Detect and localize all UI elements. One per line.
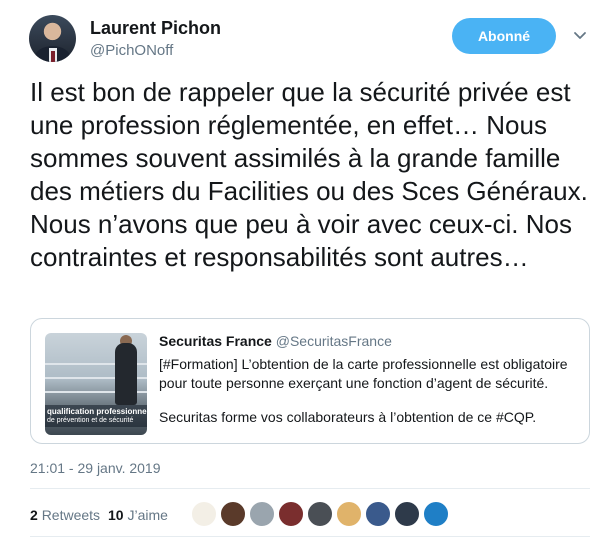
avatar-photo-icon[interactable] — [422, 500, 450, 528]
quoted-tweet-line: Securitas forme vos collaborateurs à l’o… — [159, 409, 537, 425]
likes-stat[interactable]: 10 J’aime — [108, 507, 168, 523]
author-display-name[interactable]: Laurent Pichon — [90, 18, 221, 39]
author-handle[interactable]: @PichONoff — [90, 42, 173, 59]
quoted-author-name: Securitas France — [159, 333, 272, 349]
retweets-label: Retweets — [41, 507, 101, 523]
avatar-photo-icon[interactable] — [277, 500, 305, 528]
quoted-tweet-media[interactable]: qualification professionnelle de prévent… — [45, 333, 147, 435]
avatar-logo-icon[interactable] — [190, 500, 218, 528]
quoted-tweet-author: Securitas France @SecuritasFrance — [159, 333, 392, 349]
avatar-photo-icon[interactable] — [393, 500, 421, 528]
avatar-photo-icon[interactable] — [335, 500, 363, 528]
author-avatar[interactable] — [29, 15, 76, 62]
avatar-photo-icon[interactable] — [364, 500, 392, 528]
media-caption-subtitle: de prévention et de sécurité — [47, 417, 134, 424]
avatar-photo-icon[interactable] — [306, 500, 334, 528]
likes-count: 10 — [108, 507, 124, 523]
avatar-default-icon[interactable] — [248, 500, 276, 528]
quoted-tweet-card[interactable]: qualification professionnelle de prévent… — [30, 318, 590, 444]
tweet-timestamp[interactable]: 21:01 - 29 janv. 2019 — [30, 460, 161, 476]
avatar-photo-icon[interactable] — [219, 500, 247, 528]
tweet-text: Il est bon de rappeler que la sécurité p… — [30, 77, 588, 272]
avatar-tie — [51, 51, 55, 62]
chevron-down-icon[interactable] — [573, 28, 587, 42]
quoted-tweet-line: [#Formation] L’obtention de la carte pro… — [159, 356, 568, 372]
likes-label: J’aime — [127, 507, 168, 523]
media-caption: qualification professionnelle de prévent… — [45, 405, 147, 427]
divider — [30, 488, 590, 489]
media-caption-title: qualification professionnelle — [47, 407, 147, 416]
retweets-stat[interactable]: 2 Retweets — [30, 507, 100, 523]
retweets-count: 2 — [30, 507, 38, 523]
media-person — [115, 343, 137, 405]
following-button[interactable]: Abonné — [452, 18, 556, 54]
divider — [30, 536, 590, 537]
quoted-author-handle: @SecuritasFrance — [275, 333, 392, 349]
quoted-tweet-line: pour toute personne exerçant une fonctio… — [159, 375, 549, 391]
